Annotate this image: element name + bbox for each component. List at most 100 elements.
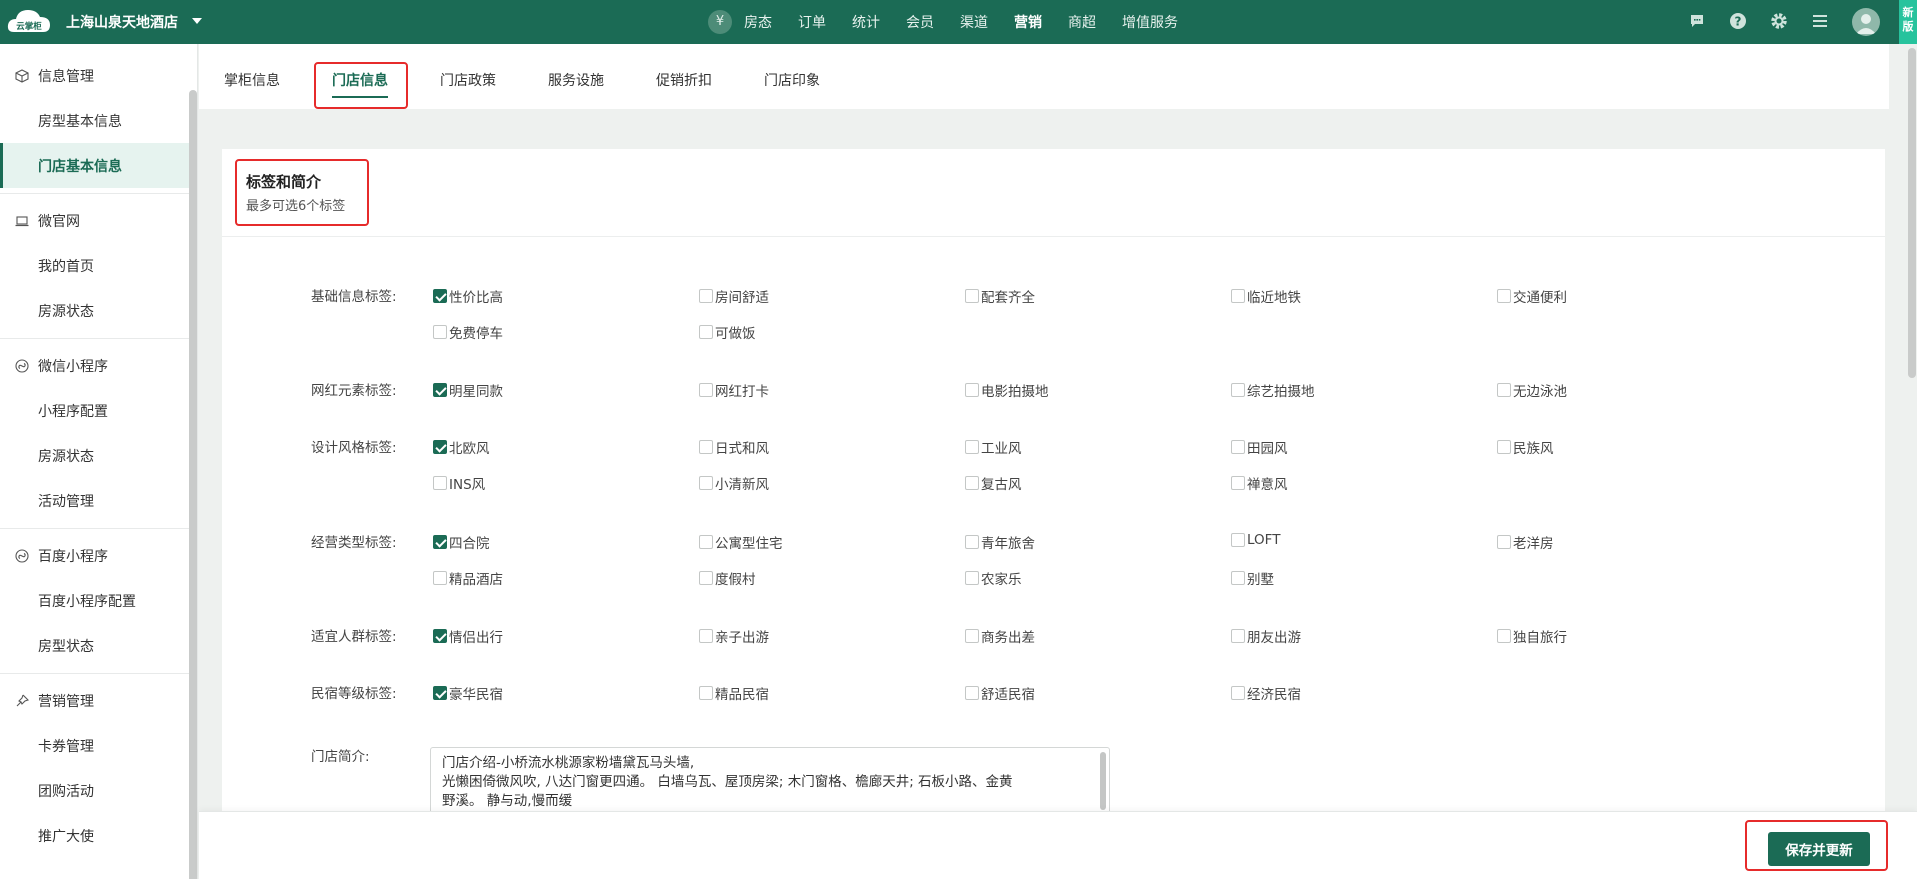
checkbox[interactable] bbox=[699, 535, 713, 549]
tab-manager-info[interactable]: 掌柜信息 bbox=[224, 70, 280, 90]
checkbox-checked[interactable] bbox=[433, 535, 447, 549]
sidebar-item-my-home[interactable]: 我的首页 bbox=[0, 243, 197, 288]
tag-option[interactable]: 网红打卡 bbox=[699, 380, 769, 400]
nav-members[interactable]: 会员 bbox=[906, 12, 934, 32]
tag-option[interactable]: 无边泳池 bbox=[1497, 380, 1567, 400]
gear-icon[interactable] bbox=[1768, 10, 1790, 32]
checkbox[interactable] bbox=[1497, 383, 1511, 397]
tag-option[interactable]: 禅意风 bbox=[1231, 473, 1288, 493]
tag-option[interactable]: 青年旅舍 bbox=[965, 532, 1035, 552]
tag-option[interactable]: 可做饭 bbox=[699, 322, 756, 342]
checkbox[interactable] bbox=[1231, 440, 1245, 454]
checkbox[interactable] bbox=[1497, 535, 1511, 549]
sidebar-group-info[interactable]: 信息管理 bbox=[0, 54, 197, 98]
tag-option[interactable]: 综艺拍摄地 bbox=[1231, 380, 1315, 400]
tag-option[interactable]: 别墅 bbox=[1231, 568, 1274, 588]
checkbox[interactable] bbox=[433, 476, 447, 490]
checkbox[interactable] bbox=[699, 571, 713, 585]
tag-option[interactable]: 豪华民宿 bbox=[433, 683, 503, 703]
checkbox[interactable] bbox=[1231, 476, 1245, 490]
checkbox-checked[interactable] bbox=[433, 383, 447, 397]
sidebar-item-activity-mgmt[interactable]: 活动管理 bbox=[0, 478, 197, 523]
yen-icon[interactable]: ¥ bbox=[708, 10, 732, 34]
tag-option[interactable]: 精品酒店 bbox=[433, 568, 503, 588]
checkbox[interactable] bbox=[965, 571, 979, 585]
message-icon[interactable] bbox=[1686, 10, 1708, 32]
checkbox[interactable] bbox=[1231, 571, 1245, 585]
tag-option[interactable]: INS风 bbox=[433, 473, 485, 493]
checkbox[interactable] bbox=[433, 325, 447, 339]
sidebar-item-mini-config[interactable]: 小程序配置 bbox=[0, 388, 197, 433]
checkbox[interactable] bbox=[699, 325, 713, 339]
nav-value-added[interactable]: 增值服务 bbox=[1122, 12, 1178, 32]
checkbox[interactable] bbox=[965, 383, 979, 397]
checkbox[interactable] bbox=[1231, 533, 1245, 547]
tag-option[interactable]: 公寓型住宅 bbox=[699, 532, 783, 552]
nav-channels[interactable]: 渠道 bbox=[960, 12, 988, 32]
tag-option[interactable]: 电影拍摄地 bbox=[965, 380, 1049, 400]
tag-option[interactable]: 朋友出游 bbox=[1231, 626, 1301, 646]
sidebar-group-wechat-mini[interactable]: 微信小程序 bbox=[0, 344, 197, 388]
checkbox[interactable] bbox=[1231, 686, 1245, 700]
tag-option[interactable]: 商务出差 bbox=[965, 626, 1035, 646]
tag-option[interactable]: 北欧风 bbox=[433, 437, 490, 457]
sidebar-item-coupon-mgmt[interactable]: 卡券管理 bbox=[0, 723, 197, 768]
checkbox-checked[interactable] bbox=[433, 686, 447, 700]
checkbox[interactable] bbox=[965, 629, 979, 643]
tab-impressions[interactable]: 门店印象 bbox=[764, 70, 820, 90]
tag-option[interactable]: 民族风 bbox=[1497, 437, 1554, 457]
cloud-logo-icon[interactable]: 云掌柜 bbox=[6, 6, 52, 38]
nav-store[interactable]: 商超 bbox=[1068, 12, 1096, 32]
tag-option[interactable]: 度假村 bbox=[699, 568, 756, 588]
checkbox-checked[interactable] bbox=[433, 629, 447, 643]
checkbox[interactable] bbox=[965, 686, 979, 700]
sidebar-group-micro-site[interactable]: 微官网 bbox=[0, 199, 197, 243]
tab-promotions[interactable]: 促销折扣 bbox=[656, 70, 712, 90]
tag-option[interactable]: 房间舒适 bbox=[699, 286, 769, 306]
sidebar-group-marketing[interactable]: 营销管理 bbox=[0, 679, 197, 723]
checkbox[interactable] bbox=[433, 571, 447, 585]
tag-option[interactable]: 四合院 bbox=[433, 532, 490, 552]
textarea-scrollbar[interactable] bbox=[1100, 752, 1106, 810]
checkbox[interactable] bbox=[965, 289, 979, 303]
avatar[interactable] bbox=[1852, 8, 1880, 36]
nav-orders[interactable]: 订单 bbox=[798, 12, 826, 32]
tag-option[interactable]: 经济民宿 bbox=[1231, 683, 1301, 703]
nav-marketing[interactable]: 营销 bbox=[1014, 12, 1042, 32]
checkbox[interactable] bbox=[699, 289, 713, 303]
checkbox[interactable] bbox=[699, 440, 713, 454]
tag-option[interactable]: 亲子出游 bbox=[699, 626, 769, 646]
tag-option[interactable]: 精品民宿 bbox=[699, 683, 769, 703]
menu-icon[interactable] bbox=[1809, 10, 1831, 32]
tag-option[interactable]: 老洋房 bbox=[1497, 532, 1554, 552]
nav-stats[interactable]: 统计 bbox=[852, 12, 880, 32]
tag-option[interactable]: 田园风 bbox=[1231, 437, 1288, 457]
checkbox[interactable] bbox=[699, 686, 713, 700]
help-icon[interactable]: ? bbox=[1727, 10, 1749, 32]
checkbox[interactable] bbox=[1231, 289, 1245, 303]
tag-option[interactable]: LOFT bbox=[1231, 532, 1280, 548]
tab-facilities[interactable]: 服务设施 bbox=[548, 70, 604, 90]
checkbox[interactable] bbox=[965, 476, 979, 490]
checkbox-checked[interactable] bbox=[433, 289, 447, 303]
sidebar-item-listing-status[interactable]: 房源状态 bbox=[0, 288, 197, 333]
sidebar-item-mini-listing-status[interactable]: 房源状态 bbox=[0, 433, 197, 478]
intro-textarea[interactable]: 门店介绍-小桥流水桃源家粉墙黛瓦马头墙, 光懒困倚微风吹, 八达门窗更四通。 白… bbox=[430, 747, 1110, 817]
sidebar-item-promoter[interactable]: 推广大使 bbox=[0, 813, 197, 858]
tag-option[interactable]: 情侣出行 bbox=[433, 626, 503, 646]
sidebar-item-room-type-info[interactable]: 房型基本信息 bbox=[0, 98, 197, 143]
checkbox[interactable] bbox=[965, 440, 979, 454]
sidebar-item-group-buy[interactable]: 团购活动 bbox=[0, 768, 197, 813]
tag-option[interactable]: 小清新风 bbox=[699, 473, 769, 493]
tab-store-policy[interactable]: 门店政策 bbox=[440, 70, 496, 90]
tag-option[interactable]: 交通便利 bbox=[1497, 286, 1567, 306]
caret-down-icon[interactable] bbox=[192, 18, 202, 24]
tag-option[interactable]: 明星同款 bbox=[433, 380, 503, 400]
nav-room-status[interactable]: 房态 bbox=[744, 12, 772, 32]
tag-option[interactable]: 临近地铁 bbox=[1231, 286, 1301, 306]
tag-option[interactable]: 配套齐全 bbox=[965, 286, 1035, 306]
sidebar-item-baidu-config[interactable]: 百度小程序配置 bbox=[0, 578, 197, 623]
tag-option[interactable]: 免费停车 bbox=[433, 322, 503, 342]
main-scrollbar[interactable] bbox=[1908, 48, 1916, 378]
checkbox[interactable] bbox=[1231, 629, 1245, 643]
